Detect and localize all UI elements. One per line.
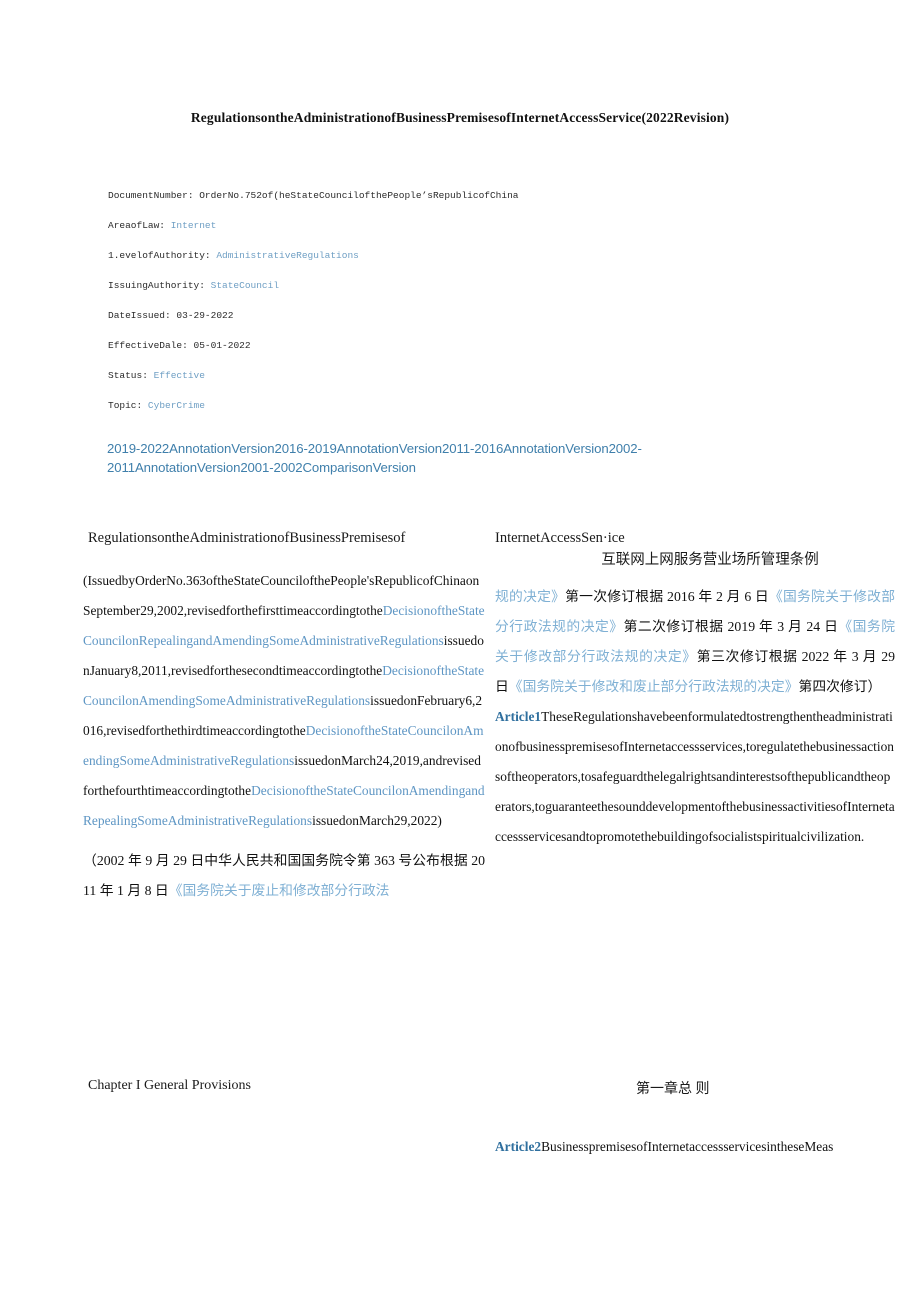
preamble-zh-link[interactable]: 《国务院关于废止和修改部分行政法: [169, 883, 390, 898]
heading-english-line1: RegulationsontheAdministrationofBusiness…: [88, 530, 406, 546]
metadata-key: Topic:: [108, 400, 143, 411]
preamble-zh-text: 第四次修订）: [798, 679, 882, 694]
metadata-value-link[interactable]: StateCouncil: [211, 280, 279, 291]
metadata-row: Status: Effective: [108, 370, 668, 400]
preamble-chinese-continued: 规的决定》第一次修订根据 2016 年 2 月 6 日《国务院关于修改部分行政法…: [495, 582, 895, 702]
metadata-row: Topic: CyberCrime: [108, 400, 668, 430]
metadata-value: 03-29-2022: [176, 310, 234, 321]
chapter-heading-english: Chapter I General Provisions: [88, 1078, 251, 1093]
metadata-value: 05-01-2022: [193, 340, 251, 351]
preamble-zh-link[interactable]: 《国务院关于修改和废止部分行政法规的决定》: [509, 679, 799, 694]
preamble-zh-link[interactable]: 规的决定》: [495, 589, 565, 604]
article-1: Article1TheseRegulationshavebeenformulat…: [495, 702, 895, 852]
heading-english-line2: InternetAccessSen·ice: [495, 530, 625, 546]
metadata-row: DateIssued: 03-29-2022: [108, 310, 668, 340]
page-title: RegulationsontheAdministrationofBusiness…: [190, 110, 730, 125]
heading-chinese: 互联网上网服务营业场所管理条例: [601, 552, 819, 568]
metadata-value-link[interactable]: Effective: [154, 370, 205, 381]
metadata-value: OrderNo.752of(heStateCouncilofthePeople’…: [199, 190, 519, 201]
version-link-2016-2019[interactable]: 2016-2019AnnotationVersion: [275, 441, 443, 456]
version-links-list: 2019-2022AnnotationVersion2016-2019Annot…: [107, 439, 722, 477]
metadata-row: DocumentNumber: OrderNo.752of(heStateCou…: [108, 190, 668, 220]
chapter-heading-row: Chapter I General Provisions 第一章总 则: [0, 1078, 920, 1108]
metadata-row: EffectiveDale: 05-01-2022: [108, 340, 668, 370]
article-1-number[interactable]: Article1: [495, 709, 541, 724]
metadata-value-link[interactable]: AdministrativeRegulations: [216, 250, 359, 261]
metadata-key: AreaofLaw:: [108, 220, 166, 231]
metadata-value-link[interactable]: Internet: [171, 220, 217, 231]
document-page: RegulationsontheAdministrationofBusiness…: [0, 0, 920, 1301]
article-2: Article2BusinesspremisesofInternetaccess…: [495, 1132, 895, 1162]
metadata-row: AreaofLaw: Internet: [108, 220, 668, 250]
preamble-text: issuedonMarch29,2022): [312, 813, 442, 828]
article-1-text: TheseRegulationshavebeenformulatedtostre…: [495, 709, 895, 844]
document-metadata: DocumentNumber: OrderNo.752of(heStateCou…: [108, 190, 668, 430]
right-column: InternetAccessSen·ice 互联网上网服务营业场所管理条例 规的…: [495, 528, 895, 852]
metadata-row: 1.evelofAuthority: AdministrativeRegulat…: [108, 250, 668, 280]
metadata-value-link[interactable]: CyberCrime: [148, 400, 205, 411]
version-link-2011-2016[interactable]: 2011-2016AnnotationVersion: [442, 441, 609, 456]
metadata-key: Status:: [108, 370, 148, 381]
version-link-2019-2022[interactable]: 2019-2022AnnotationVersion: [107, 441, 275, 456]
article-2-text: BusinesspremisesofInternetaccessservices…: [541, 1139, 834, 1154]
left-column: RegulationsontheAdministrationofBusiness…: [83, 528, 485, 906]
metadata-key: DateIssued:: [108, 310, 171, 321]
metadata-key: EffectiveDale:: [108, 340, 188, 351]
preamble-zh-text: 第一次修订根据 2016 年 2 月 6 日: [565, 589, 769, 604]
version-link-2001-2002[interactable]: 2001-2002ComparisonVersion: [240, 460, 416, 475]
preamble-english: (IssuedbyOrderNo.363oftheStateCounciloft…: [83, 566, 485, 836]
metadata-key: IssuingAuthority:: [108, 280, 205, 291]
chapter-heading-chinese: 第一章总 则: [636, 1082, 710, 1097]
metadata-row: IssuingAuthority: StateCouncil: [108, 280, 668, 310]
preamble-zh-text: 第二次修订根据 2019 年 3 月 24 日: [623, 619, 839, 634]
metadata-key: DocumentNumber:: [108, 190, 194, 201]
article-2-number[interactable]: Article2: [495, 1139, 541, 1154]
preamble-chinese: （2002 年 9 月 29 日中华人民共和国国务院令第 363 号公布根据 2…: [83, 846, 485, 906]
metadata-key: 1.evelofAuthority:: [108, 250, 211, 261]
